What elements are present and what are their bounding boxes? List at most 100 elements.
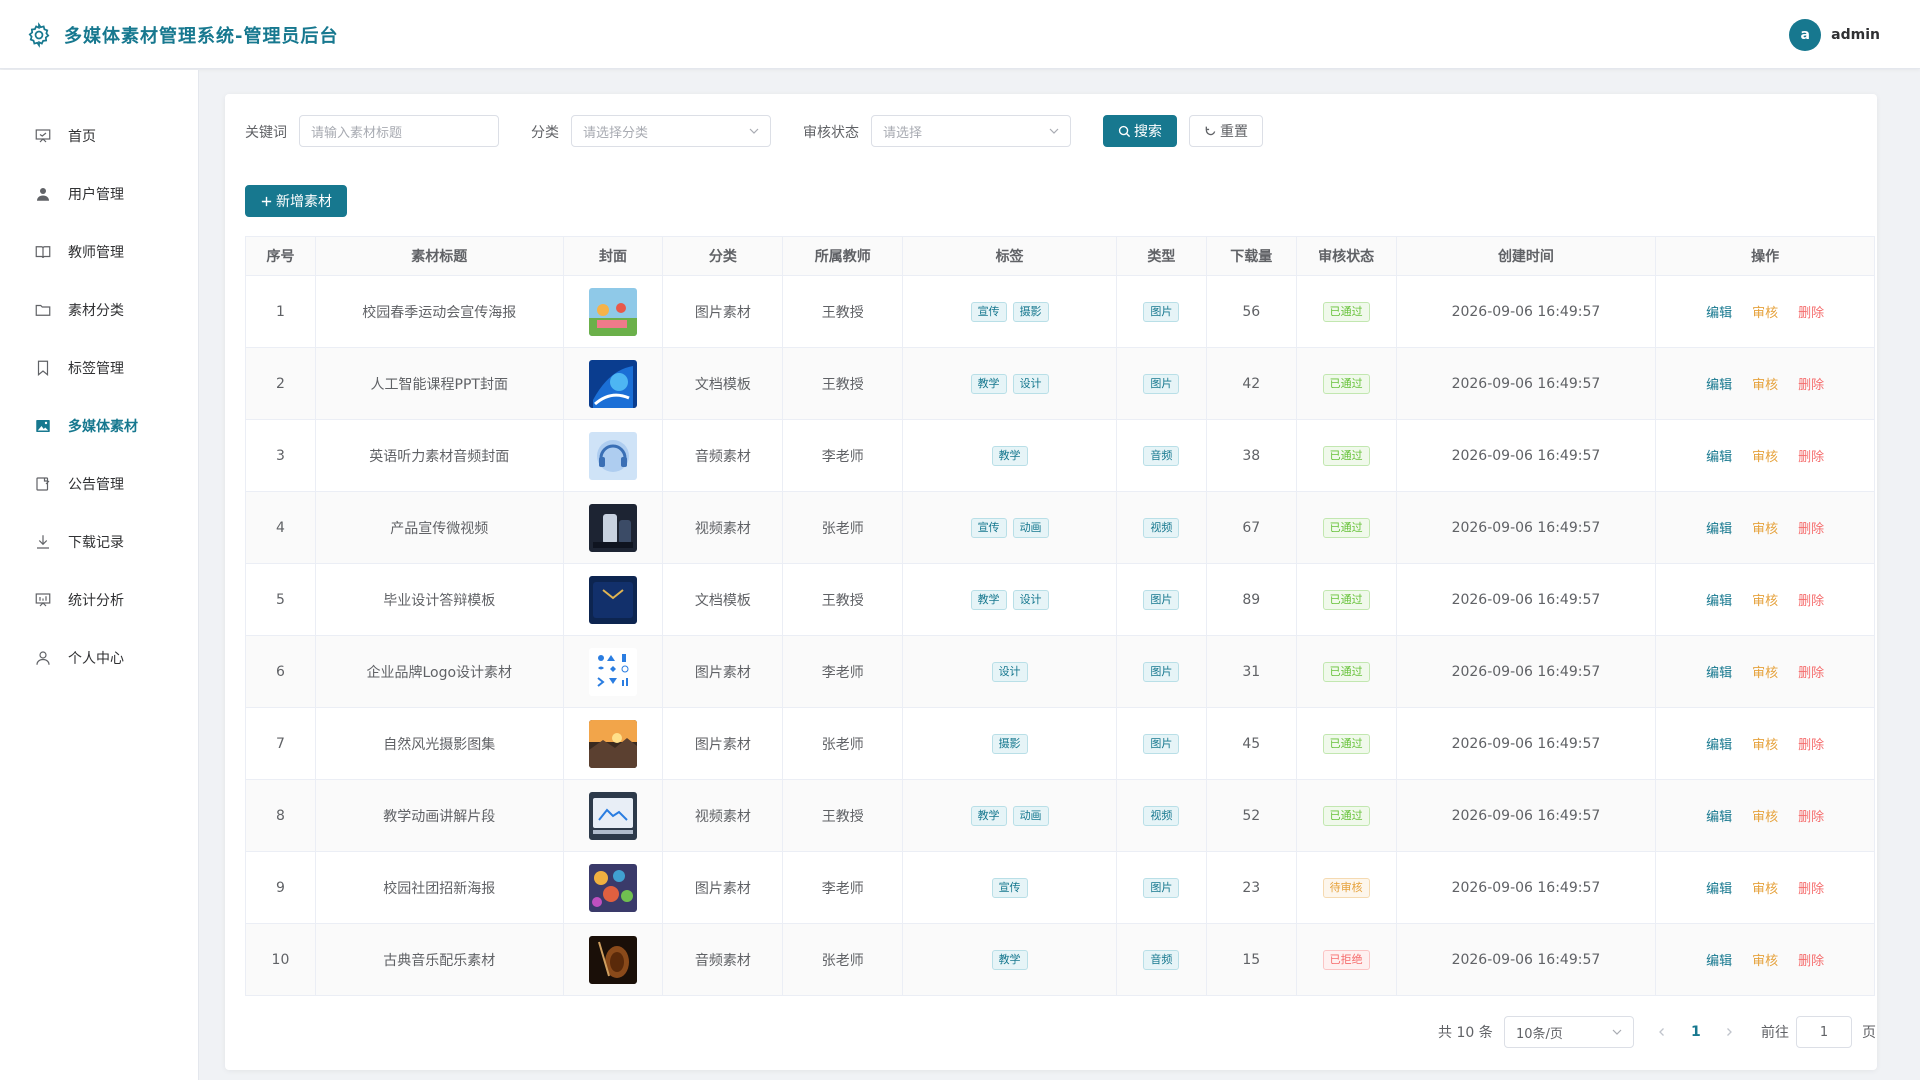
downloads-cell: 52 <box>1207 780 1297 851</box>
edit-link[interactable]: 编辑 <box>1706 518 1732 537</box>
created-time-cell: 2026-09-06 16:49:57 <box>1397 636 1657 707</box>
delete-link[interactable]: 删除 <box>1798 590 1824 609</box>
user-icon <box>37 188 49 201</box>
cover-thumbnail[interactable] <box>589 791 638 840</box>
column-header: 下载量 <box>1207 237 1297 275</box>
status-cell: 已通过 <box>1297 492 1397 563</box>
type-badge: 图片 <box>1143 373 1180 394</box>
edit-link[interactable]: 编辑 <box>1706 446 1732 465</box>
audit-link[interactable]: 审核 <box>1752 518 1778 537</box>
audit-link[interactable]: 审核 <box>1752 374 1778 393</box>
delete-link[interactable]: 删除 <box>1798 374 1824 393</box>
cover-thumbnail[interactable] <box>589 359 638 408</box>
reset-button[interactable]: 重置 <box>1189 115 1263 147</box>
cover-thumbnail[interactable] <box>589 431 638 480</box>
edit-link[interactable]: 编辑 <box>1706 878 1732 897</box>
cover-cell <box>564 780 664 851</box>
delete-link[interactable]: 删除 <box>1798 518 1824 537</box>
actions-cell: 编辑 审核 删除 <box>1656 420 1874 491</box>
cover-thumbnail[interactable] <box>589 935 638 984</box>
audit-link[interactable]: 审核 <box>1752 806 1778 825</box>
edit-link[interactable]: 编辑 <box>1706 374 1732 393</box>
cover-thumbnail[interactable] <box>589 719 638 768</box>
edit-link[interactable]: 编辑 <box>1706 662 1732 681</box>
avatar[interactable]: a <box>1789 19 1822 51</box>
sidebar-item-label: 统计分析 <box>68 593 124 609</box>
edit-link[interactable]: 编辑 <box>1706 806 1732 825</box>
edit-link[interactable]: 编辑 <box>1706 590 1732 609</box>
materials-table: 序号 素材标题 封面 分类 所属教师 标签 类型 下载量 审核状态 创建时间 操… <box>245 236 1875 996</box>
tag-badge: 动画 <box>1012 805 1049 826</box>
status-badge: 已通过 <box>1322 589 1370 610</box>
delete-link[interactable]: 删除 <box>1798 950 1824 969</box>
edit-link[interactable]: 编辑 <box>1706 302 1732 321</box>
delete-link[interactable]: 删除 <box>1798 734 1824 753</box>
column-header: 所属教师 <box>783 237 904 275</box>
prev-page-button[interactable] <box>1657 1016 1667 1048</box>
audit-link[interactable]: 审核 <box>1752 662 1778 681</box>
sidebar-item-users[interactable]: 用户管理 <box>0 174 199 214</box>
teacher-cell: 张老师 <box>783 924 904 995</box>
sidebar-item-stats[interactable]: 统计分析 <box>0 580 199 620</box>
type-cell: 音频 <box>1117 420 1207 491</box>
category-select[interactable]: 请选择分类 <box>571 115 771 147</box>
add-material-button[interactable]: 新增素材 <box>245 185 347 217</box>
delete-link[interactable]: 删除 <box>1798 878 1824 897</box>
audit-link[interactable]: 审核 <box>1752 950 1778 969</box>
page-number[interactable]: 1 <box>1691 1016 1701 1048</box>
type-cell: 图片 <box>1117 276 1207 347</box>
top-header: 多媒体素材管理系统-管理员后台 a admin <box>0 0 1920 69</box>
sidebar-item-notices[interactable]: 公告管理 <box>0 464 199 504</box>
status-select[interactable]: 请选择 <box>871 115 1071 147</box>
search-button[interactable]: 搜索 <box>1103 115 1177 147</box>
audit-link[interactable]: 审核 <box>1752 302 1778 321</box>
status-badge: 已通过 <box>1322 445 1370 466</box>
sidebar-item-tags[interactable]: 标签管理 <box>0 348 199 388</box>
cover-thumbnail[interactable] <box>589 503 638 552</box>
type-cell: 图片 <box>1117 636 1207 707</box>
add-material-label: 新增素材 <box>276 194 332 210</box>
sidebar-item-profile[interactable]: 个人中心 <box>0 638 199 678</box>
edit-link[interactable]: 编辑 <box>1706 734 1732 753</box>
cover-thumbnail[interactable] <box>589 287 638 336</box>
cover-thumbnail[interactable] <box>589 863 638 912</box>
cover-thumbnail[interactable] <box>589 575 638 624</box>
column-header: 类型 <box>1117 237 1207 275</box>
category-placeholder: 请选择分类 <box>583 125 649 141</box>
delete-link[interactable]: 删除 <box>1798 806 1824 825</box>
tags-cell: 教学 设计 <box>903 564 1117 635</box>
sidebar-item-downloads[interactable]: 下载记录 <box>0 522 199 562</box>
status-badge: 已通过 <box>1322 805 1370 826</box>
audit-link[interactable]: 审核 <box>1752 734 1778 753</box>
audit-link[interactable]: 审核 <box>1752 446 1778 465</box>
sidebar-item-home[interactable]: 首页 <box>0 116 199 156</box>
edit-link[interactable]: 编辑 <box>1706 950 1732 969</box>
sidebar-item-media[interactable]: 多媒体素材 <box>0 406 199 446</box>
sidebar-item-categories[interactable]: 素材分类 <box>0 290 199 330</box>
username[interactable]: admin <box>1831 27 1880 43</box>
audit-link[interactable]: 审核 <box>1752 878 1778 897</box>
page-size-select[interactable]: 10条/页 <box>1504 1016 1634 1048</box>
cover-cell <box>564 492 664 563</box>
sidebar-item-teachers[interactable]: 教师管理 <box>0 232 199 272</box>
category-cell: 视频素材 <box>663 492 784 563</box>
audit-link[interactable]: 审核 <box>1752 590 1778 609</box>
delete-link[interactable]: 删除 <box>1798 446 1824 465</box>
goto-page-input[interactable]: 1 <box>1796 1016 1852 1048</box>
user-menu[interactable]: a admin <box>1789 19 1880 51</box>
actions-cell: 编辑 审核 删除 <box>1656 276 1874 347</box>
folder-icon <box>35 304 51 316</box>
category-cell: 音频素材 <box>663 924 784 995</box>
actions-cell: 编辑 审核 删除 <box>1656 924 1874 995</box>
row-number: 6 <box>246 636 316 707</box>
cover-thumbnail[interactable] <box>589 647 638 696</box>
keyword-input[interactable]: 请输入素材标题 <box>299 115 499 147</box>
delete-link[interactable]: 删除 <box>1798 662 1824 681</box>
delete-link[interactable]: 删除 <box>1798 302 1824 321</box>
downloads-cell: 56 <box>1207 276 1297 347</box>
status-cell: 已通过 <box>1297 420 1397 491</box>
book-icon <box>35 246 51 259</box>
reset-label: 重置 <box>1220 124 1248 140</box>
next-page-button[interactable] <box>1724 1016 1734 1048</box>
cover-cell <box>564 276 664 347</box>
